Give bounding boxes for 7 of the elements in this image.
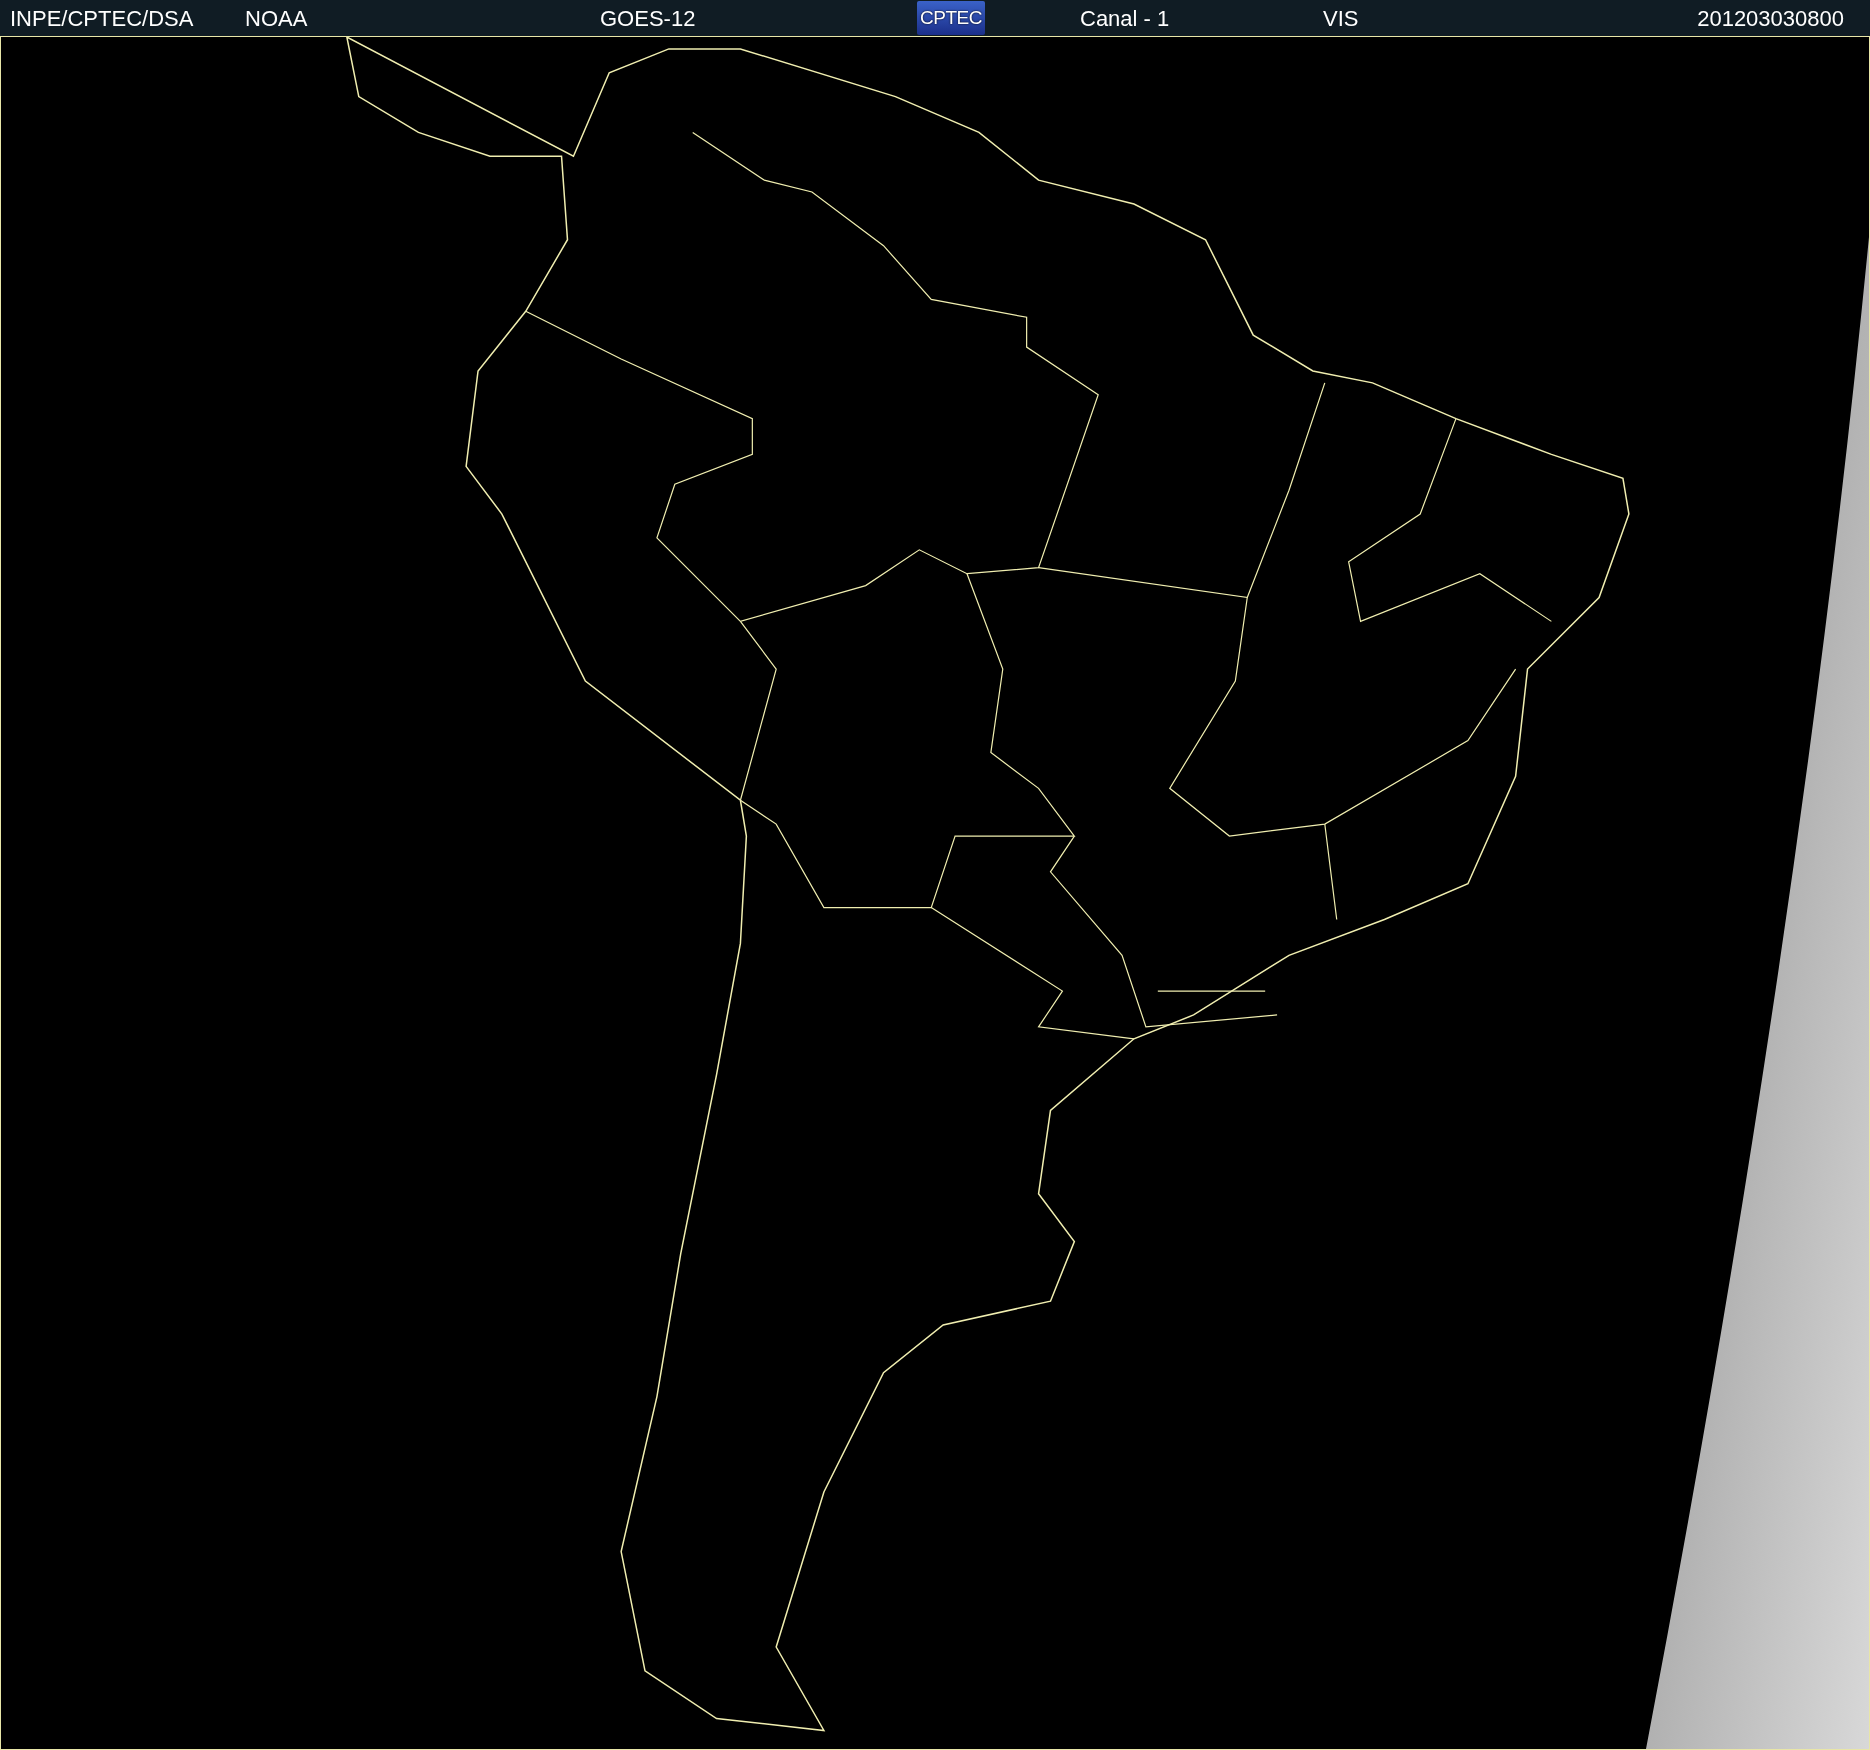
timestamp-label: 201203030800 — [1697, 4, 1844, 33]
source-label: INPE/CPTEC/DSA — [10, 4, 195, 33]
agency-label: NOAA — [245, 4, 309, 33]
satellite-label: GOES-12 — [600, 4, 697, 33]
logo: CPTEC — [917, 1, 985, 35]
channel-label: Canal - 1 — [1080, 4, 1171, 33]
band-label: VIS — [1323, 4, 1360, 33]
